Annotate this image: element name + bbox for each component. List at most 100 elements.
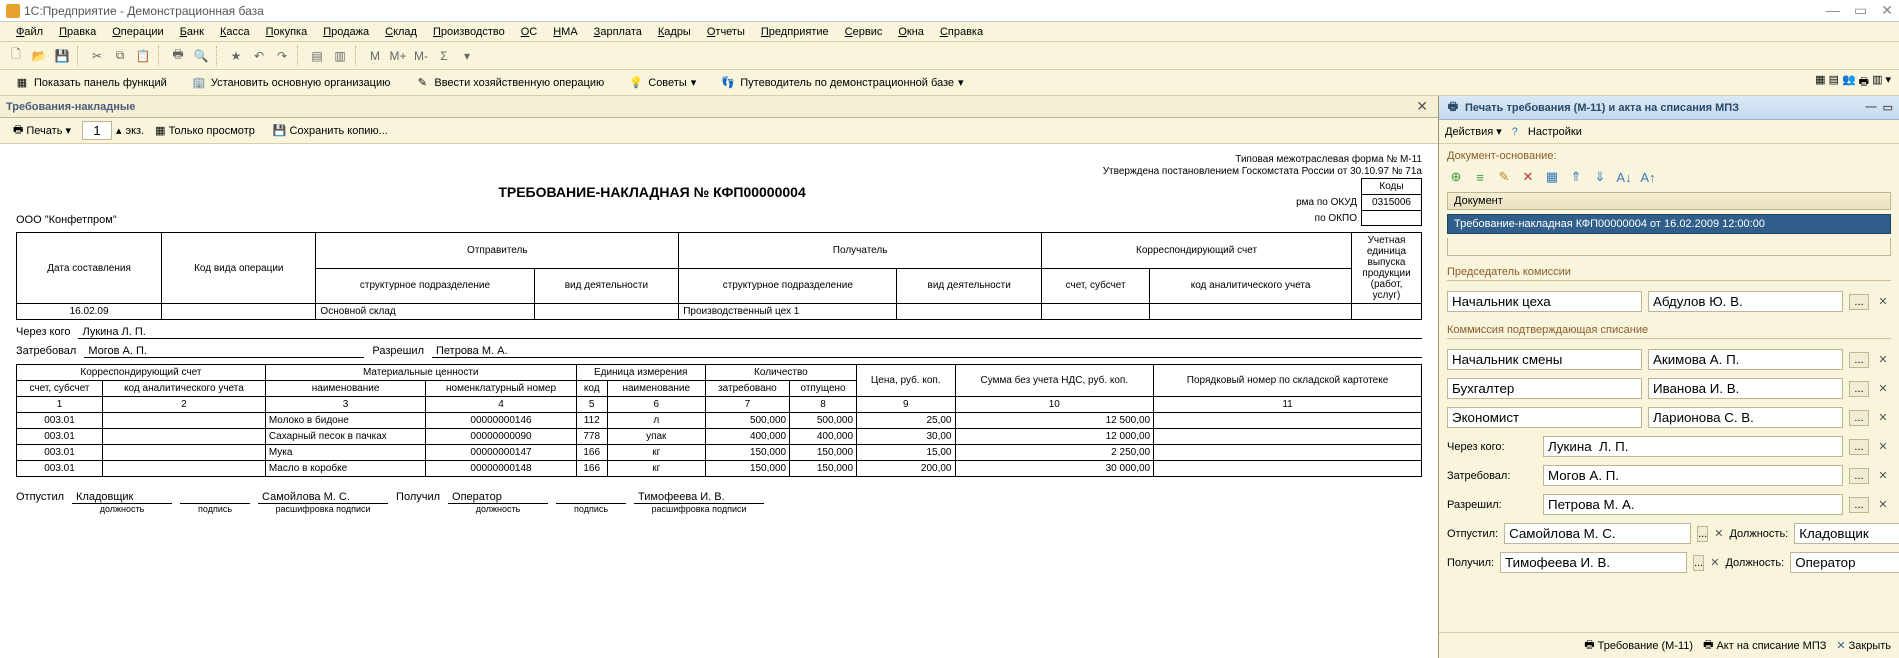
- rt-icon-2[interactable]: ▤: [1829, 73, 1839, 92]
- grid-column-header[interactable]: Документ: [1447, 192, 1891, 210]
- rt-icon-4[interactable]: 🖶: [1859, 73, 1869, 92]
- copy-icon[interactable]: ⧉: [110, 46, 130, 66]
- menu-правка[interactable]: Правка: [53, 24, 102, 40]
- close-button[interactable]: ✕: [1881, 2, 1893, 19]
- save-icon[interactable]: 💾: [52, 46, 72, 66]
- rec-clear-button[interactable]: ✕: [1710, 556, 1719, 569]
- comm1-lookup-button[interactable]: ...: [1849, 352, 1869, 368]
- enter-op-button[interactable]: ✎ Ввести хозяйственную операцию: [408, 73, 610, 93]
- sort-asc-icon[interactable]: A↓: [1615, 168, 1633, 186]
- save-copy-button[interactable]: 💾 Сохранить копию...: [266, 121, 395, 140]
- via-clear-button[interactable]: ✕: [1875, 440, 1891, 453]
- comm3-pos-input[interactable]: [1447, 407, 1642, 428]
- menu-операции[interactable]: Операции: [106, 24, 169, 40]
- spin-up-icon[interactable]: ▴: [116, 124, 122, 137]
- dem-lookup-button[interactable]: ...: [1849, 468, 1869, 484]
- undo-icon[interactable]: ↶: [249, 46, 269, 66]
- comm2-lookup-button[interactable]: ...: [1849, 381, 1869, 397]
- guide-button[interactable]: 👣 Путеводитель по демонстрационной базе …: [714, 73, 969, 93]
- close-panel-button[interactable]: ✕Закрыть: [1836, 639, 1891, 652]
- tab-close-button[interactable]: ✕: [1412, 98, 1432, 115]
- rp-dem-input[interactable]: [1543, 465, 1843, 486]
- comm1-name-input[interactable]: [1648, 349, 1843, 370]
- comm1-clear-button[interactable]: ✕: [1875, 353, 1891, 366]
- menu-отчеты[interactable]: Отчеты: [701, 24, 751, 40]
- rt-icon-5[interactable]: ▥: [1872, 73, 1882, 92]
- dropdown-icon[interactable]: ▾: [457, 46, 477, 66]
- menu-банк[interactable]: Банк: [174, 24, 210, 40]
- show-panel-button[interactable]: ▦ Показать панель функций: [8, 73, 173, 93]
- rp-rel-input[interactable]: [1504, 523, 1691, 544]
- rp-close-button[interactable]: ▭: [1883, 101, 1893, 114]
- menu-кадры[interactable]: Кадры: [652, 24, 697, 40]
- menu-касса[interactable]: Касса: [214, 24, 256, 40]
- rp-via-input[interactable]: [1543, 436, 1843, 457]
- chair-lookup-button[interactable]: ...: [1849, 294, 1869, 310]
- m-plus-icon[interactable]: M+: [388, 46, 408, 66]
- rt-icon-1[interactable]: ▦: [1815, 73, 1825, 92]
- open-icon[interactable]: 📂: [29, 46, 49, 66]
- rp-allow-input[interactable]: [1543, 494, 1843, 515]
- menu-предприятие[interactable]: Предприятие: [755, 24, 835, 40]
- star-icon[interactable]: ★: [226, 46, 246, 66]
- preview-only-button[interactable]: ▦ Только просмотр: [148, 121, 262, 140]
- menu-нма[interactable]: НМА: [547, 24, 583, 40]
- comm3-name-input[interactable]: [1648, 407, 1843, 428]
- comm2-name-input[interactable]: [1648, 378, 1843, 399]
- new-doc-icon[interactable]: 🗋: [6, 46, 26, 66]
- comm3-lookup-button[interactable]: ...: [1849, 410, 1869, 426]
- comm2-clear-button[interactable]: ✕: [1875, 382, 1891, 395]
- print-requirement-button[interactable]: 🖶Требование (М-11): [1584, 636, 1693, 655]
- menu-производство[interactable]: Производство: [427, 24, 511, 40]
- tips-button[interactable]: 💡 Советы ▾: [622, 73, 702, 93]
- menu-покупка[interactable]: Покупка: [260, 24, 314, 40]
- move-down-icon[interactable]: ⇓: [1591, 168, 1609, 186]
- menu-зарплата[interactable]: Зарплата: [588, 24, 648, 40]
- set-org-button[interactable]: 🏢 Установить основную организацию: [185, 73, 397, 93]
- comm1-pos-input[interactable]: [1447, 349, 1642, 370]
- menu-продажа[interactable]: Продажа: [317, 24, 375, 40]
- preview-icon[interactable]: 🔍: [191, 46, 211, 66]
- delete-icon[interactable]: ✕: [1519, 168, 1537, 186]
- rel-clear-button[interactable]: ✕: [1714, 527, 1723, 540]
- rel-lookup-button[interactable]: ...: [1697, 526, 1708, 542]
- m-icon[interactable]: M: [365, 46, 385, 66]
- menu-ос[interactable]: ОС: [515, 24, 544, 40]
- redo-icon[interactable]: ↷: [272, 46, 292, 66]
- data-icon[interactable]: ▤: [307, 46, 327, 66]
- add-icon[interactable]: ⊕: [1447, 168, 1465, 186]
- menu-файл[interactable]: Файл: [10, 24, 49, 40]
- move-up-icon[interactable]: ⇑: [1567, 168, 1585, 186]
- chair-name-input[interactable]: [1648, 291, 1843, 312]
- cut-icon[interactable]: ✂: [87, 46, 107, 66]
- rt-icon-6[interactable]: ▾: [1885, 73, 1891, 92]
- print-act-button[interactable]: 🖶Акт на списание МПЗ: [1703, 636, 1826, 655]
- chair-pos-input[interactable]: [1447, 291, 1642, 312]
- minimize-button[interactable]: —: [1826, 2, 1840, 19]
- rt-icon-3[interactable]: 👥: [1842, 73, 1856, 92]
- allow-lookup-button[interactable]: ...: [1849, 497, 1869, 513]
- copies-input[interactable]: [82, 121, 112, 140]
- sort-desc-icon[interactable]: A↑: [1639, 168, 1657, 186]
- via-lookup-button[interactable]: ...: [1849, 439, 1869, 455]
- settings-link[interactable]: Настройки: [1528, 126, 1582, 138]
- m-minus-icon[interactable]: M-: [411, 46, 431, 66]
- maximize-button[interactable]: ▭: [1854, 2, 1867, 19]
- add-row-icon[interactable]: ≡: [1471, 168, 1489, 186]
- rp-rec-input[interactable]: [1500, 552, 1687, 573]
- allow-clear-button[interactable]: ✕: [1875, 498, 1891, 511]
- menu-сервис[interactable]: Сервис: [839, 24, 889, 40]
- edit-icon[interactable]: ✎: [1495, 168, 1513, 186]
- help-button[interactable]: ?: [1512, 126, 1518, 138]
- comm2-pos-input[interactable]: [1447, 378, 1642, 399]
- print-icon[interactable]: 🖶: [168, 46, 188, 66]
- dem-clear-button[interactable]: ✕: [1875, 469, 1891, 482]
- actions-menu[interactable]: Действия ▾: [1445, 125, 1502, 138]
- menu-окна[interactable]: Окна: [892, 24, 930, 40]
- refresh-icon[interactable]: ▦: [1543, 168, 1561, 186]
- sigma-icon[interactable]: Σ: [434, 46, 454, 66]
- chair-clear-button[interactable]: ✕: [1875, 295, 1891, 308]
- rec-pos-input[interactable]: [1790, 552, 1899, 573]
- list-icon[interactable]: ▥: [330, 46, 350, 66]
- paste-icon[interactable]: 📋: [133, 46, 153, 66]
